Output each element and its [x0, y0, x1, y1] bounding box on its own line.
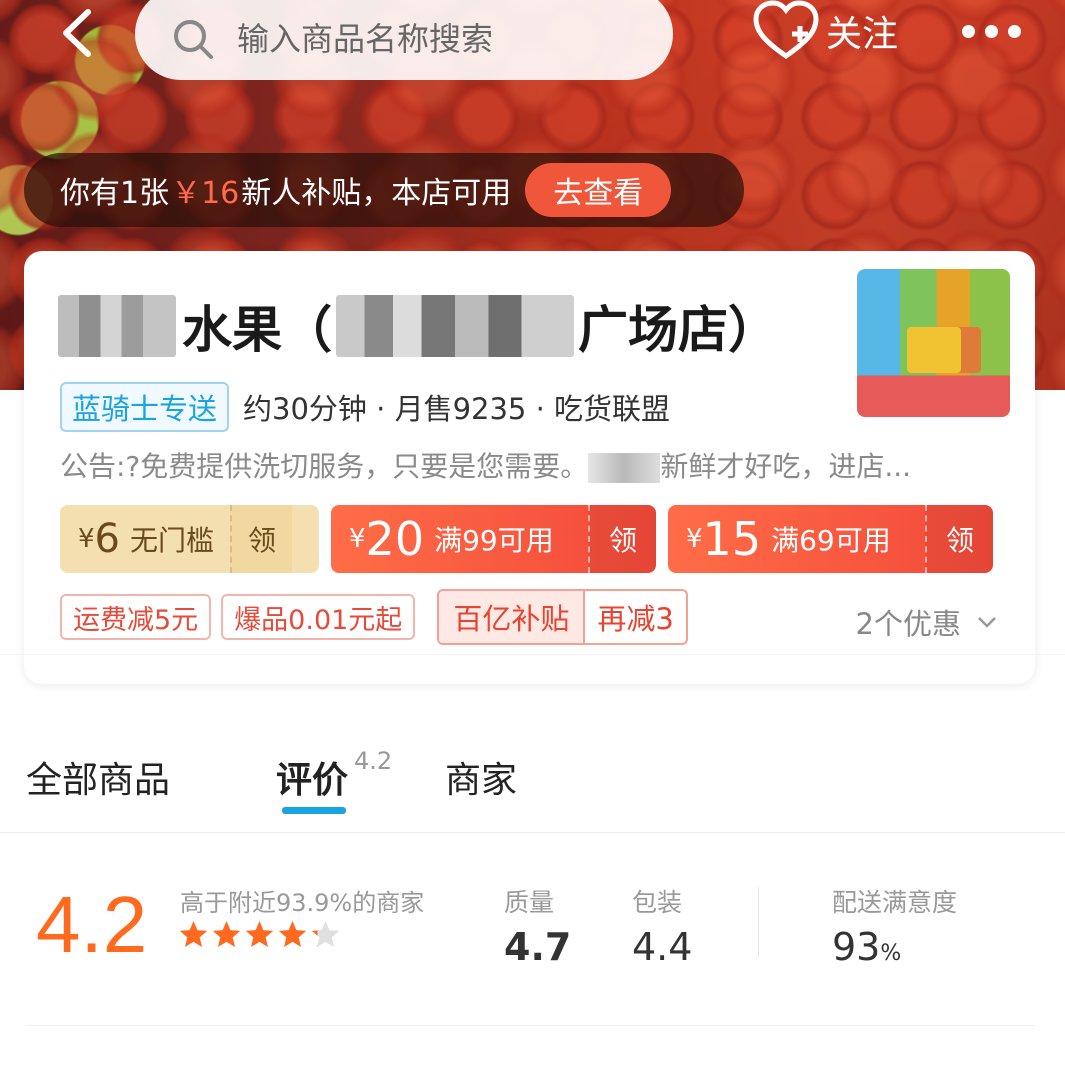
shop-name-part2: 广场店） — [578, 301, 778, 359]
redacted-notice-block — [588, 453, 661, 483]
star-icon — [212, 920, 241, 948]
search-input[interactable] — [237, 20, 617, 58]
notice-text-2: 新鲜才好吃，进店... — [660, 450, 912, 483]
more-menu-button[interactable] — [962, 16, 1032, 46]
promo-subsidy-combo: 百亿补贴 再减3 — [437, 589, 688, 645]
package-value: 4.4 — [632, 925, 693, 969]
quality-label: 质量 — [504, 888, 555, 917]
more-dot-icon — [1008, 24, 1021, 38]
delivery-value-wrap: 93% — [832, 925, 957, 969]
more-dot-icon — [962, 24, 975, 38]
tab-all-goods[interactable]: 全部商品 — [26, 751, 170, 803]
coupon-currency: ¥ — [78, 524, 95, 554]
shop-info-card: 水果（ 广场店） 蓝骑士专送 约30分钟 · 月售9235 · 吃货联盟 公告:… — [24, 251, 1035, 684]
shop-meta-row: 蓝骑士专送 约30分钟 · 月售9235 · 吃货联盟 — [60, 382, 671, 432]
offers-count: 2个优惠 — [855, 607, 961, 641]
shop-meta-text: 约30分钟 · 月售9235 · 吃货联盟 — [243, 392, 671, 426]
shop-notice[interactable]: 公告:?免费提供洗切服务，只要是您需要。 新鲜才好吃，进店... — [60, 445, 1010, 485]
coupon-value: 15 — [702, 512, 762, 566]
divider — [0, 654, 1065, 655]
promo-row: 运费减5元 爆品0.01元起 百亿补贴 再减3 — [60, 589, 688, 645]
delivery-satisfaction: 配送满意度 93% — [832, 883, 957, 969]
coupon-desc: 满69可用 — [771, 524, 891, 557]
package-label: 包装 — [632, 888, 683, 917]
promo-subsidy-extra: 再减3 — [597, 602, 674, 636]
delivery-tag: 蓝骑士专送 — [60, 382, 230, 432]
redacted-name-block — [58, 295, 176, 357]
star-icon — [179, 920, 208, 948]
overall-score: 4.2 — [36, 880, 148, 969]
quality-score: 质量 4.7 — [504, 883, 571, 969]
back-arrow-icon — [63, 9, 91, 57]
promo-hot-item: 爆品0.01元起 — [221, 594, 416, 640]
coupon-desc: 满99可用 — [434, 524, 554, 557]
offers-expand-button[interactable]: 2个优惠 — [856, 601, 999, 643]
coupon-main: ¥ 20 满99可用 — [331, 505, 588, 573]
coupon-main: ¥ 6 无门槛 — [60, 505, 230, 573]
subsidy-prefix: 你有1张 — [60, 176, 170, 211]
coupon-15-off[interactable]: ¥ 15 满69可用 领 — [668, 505, 993, 573]
coupon-value: 6 — [94, 516, 120, 562]
quality-value: 4.7 — [504, 925, 572, 969]
heart-plus-icon — [753, 0, 819, 60]
coupon-currency: ¥ — [349, 524, 366, 554]
star-rating — [178, 919, 341, 950]
subsidy-suffix: 新人补贴，本店可用 — [241, 176, 512, 211]
tab-reviews[interactable]: 评价 4.2 — [276, 747, 392, 803]
shop-logo[interactable] — [857, 269, 1010, 417]
star-icon — [278, 920, 307, 948]
redacted-location-block — [336, 295, 574, 357]
search-bar[interactable] — [135, 0, 673, 80]
tab-reviews-label: 评价 — [276, 760, 349, 801]
follow-label: 关注 — [826, 14, 899, 55]
coupon-currency: ¥ — [686, 524, 703, 554]
search-icon — [174, 20, 213, 59]
claim-coupon-button[interactable]: 领 — [588, 505, 656, 573]
star-icon — [245, 920, 274, 948]
view-subsidy-button[interactable]: 去查看 — [525, 163, 672, 217]
back-button[interactable] — [58, 8, 98, 58]
claim-coupon-button[interactable]: 领 — [925, 505, 993, 573]
package-score: 包装 4.4 — [632, 883, 692, 969]
chevron-down-icon — [978, 617, 996, 628]
divider — [26, 1025, 1035, 1026]
coupon-20-off[interactable]: ¥ 20 满99可用 领 — [331, 505, 656, 573]
promo-subsidy-label: 百亿补贴 — [439, 591, 586, 643]
tab-reviews-score: 4.2 — [354, 747, 393, 775]
shop-name-part1: 水果（ — [182, 301, 332, 359]
new-user-subsidy-bar: 你有1张 ￥16 新人补贴，本店可用 去查看 — [24, 153, 744, 227]
coupon-row: ¥ 6 无门槛 领 ¥ 20 满99可用 领 ¥ 15 满69可用 领 — [60, 505, 993, 573]
shop-tabs: 全部商品 评价 4.2 商家 — [0, 745, 1065, 833]
divider — [758, 887, 759, 957]
notice-text-1: 公告:?免费提供洗切服务，只要是您需要。 — [60, 450, 589, 483]
promo-shipping-discount: 运费减5元 — [60, 594, 212, 640]
claim-coupon-button[interactable]: 领 — [230, 505, 293, 573]
tab-merchant[interactable]: 商家 — [445, 751, 517, 803]
star-icon — [311, 920, 340, 948]
score-comparison: 高于附近93.9%的商家 — [180, 889, 425, 917]
coupon-no-threshold[interactable]: ¥ 6 无门槛 领 — [60, 505, 319, 573]
shop-name: 水果（ 广场店） — [58, 291, 778, 361]
coupon-value: 20 — [365, 512, 425, 566]
shop-logo-graphic — [907, 327, 961, 373]
active-tab-indicator — [282, 807, 346, 814]
subsidy-amount: ￥16 — [171, 176, 240, 211]
rating-summary: 4.2 高于附近93.9%的商家 质量 4.7 包装 4.4 配送满意度 93% — [0, 835, 1065, 1025]
delivery-unit: % — [880, 941, 902, 966]
follow-button[interactable]: 关注 — [752, 0, 898, 62]
more-dot-icon — [985, 24, 998, 38]
coupon-main: ¥ 15 满69可用 — [668, 505, 925, 573]
delivery-value: 93 — [832, 925, 881, 969]
coupon-desc: 无门槛 — [130, 524, 215, 557]
delivery-label: 配送满意度 — [832, 888, 958, 917]
